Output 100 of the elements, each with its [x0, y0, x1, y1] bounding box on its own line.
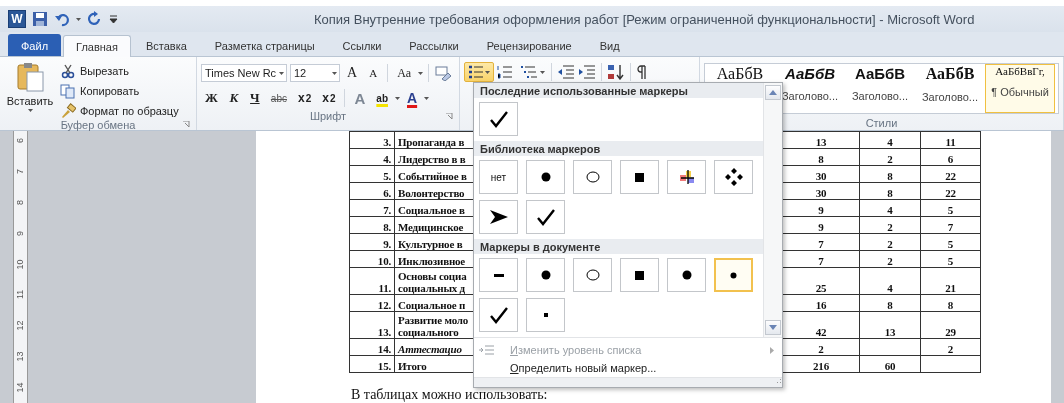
increase-indent-icon[interactable]: [578, 65, 596, 79]
bullet-option[interactable]: [667, 258, 706, 292]
table-cell: 7: [920, 216, 981, 234]
bullet-list-icon: [468, 65, 484, 79]
font-size-field[interactable]: 12: [290, 64, 340, 82]
dot-icon: [681, 270, 692, 280]
square-icon: [635, 270, 644, 280]
font-name-field[interactable]: Times New Rc: [201, 64, 287, 82]
scroll-down-button[interactable]: [765, 320, 781, 336]
bold-button[interactable]: Ж: [201, 88, 222, 108]
scroll-up-button[interactable]: [765, 85, 781, 100]
bullet-option[interactable]: [526, 160, 565, 194]
caret-icon: [27, 109, 33, 112]
sort-icon[interactable]: [607, 64, 625, 80]
table-cell: 2: [859, 216, 921, 234]
table-cell: 5.: [349, 165, 395, 183]
table-cell: 29: [920, 311, 981, 339]
resize-grip-icon: [774, 378, 782, 386]
style-item[interactable]: АаБбВ Заголово...: [775, 64, 845, 113]
ribbon-tab[interactable]: Разметка страницы: [201, 34, 328, 56]
table-cell: 6.: [349, 182, 395, 200]
ruler-number: 9: [14, 230, 27, 236]
caret-icon: [332, 71, 337, 75]
pilcrow-icon[interactable]: [636, 64, 648, 80]
ruler-number: 6: [14, 137, 27, 143]
table-cell: 2: [859, 148, 921, 166]
ribbon-tab[interactable]: Главная: [63, 35, 131, 57]
dialog-launcher-icon[interactable]: [446, 113, 453, 120]
highlight-button[interactable]: ab: [372, 88, 392, 108]
table-cell: 5: [920, 199, 981, 217]
redo-icon[interactable]: [87, 11, 103, 27]
clipboard-command[interactable]: Формат по образцу: [60, 102, 179, 119]
table-cell: 22: [920, 182, 981, 200]
ribbon-tab[interactable]: Ссылки: [329, 34, 395, 56]
save-icon[interactable]: [32, 11, 48, 27]
ruler-number: 11: [14, 290, 27, 300]
clipboard-icon: [14, 61, 46, 93]
copy-icon: [60, 82, 76, 99]
ribbon-tab[interactable]: Рассылки: [396, 34, 472, 56]
caret-icon: [485, 70, 490, 74]
multilevel-list-icon[interactable]: [520, 65, 546, 79]
strike-button[interactable]: abc: [266, 88, 291, 108]
paste-button[interactable]: Вставить: [4, 61, 56, 119]
table-cell: 5: [920, 233, 981, 251]
style-item[interactable]: АаБбВ Заголово...: [915, 64, 985, 113]
shrink-font-button[interactable]: A: [364, 63, 383, 83]
bullet-option[interactable]: [526, 258, 565, 292]
up-arrow-icon: [769, 90, 777, 95]
bullet-option[interactable]: [714, 160, 753, 194]
customize-icon[interactable]: [109, 14, 118, 24]
table-cell: 4: [859, 131, 921, 149]
style-item[interactable]: АаБбВ Заголово...: [845, 64, 915, 113]
clipboard-command[interactable]: Копировать: [60, 82, 179, 99]
style-sample: АаБбВ: [716, 66, 764, 83]
italic-button[interactable]: К: [224, 88, 243, 108]
clipboard-command[interactable]: Вырезать: [60, 62, 179, 79]
style-caption: Заголово...: [781, 89, 839, 102]
decrease-indent-icon[interactable]: [557, 65, 575, 79]
bullet-option[interactable]: [479, 200, 518, 234]
word-logo[interactable]: W: [8, 10, 26, 28]
table-cell: 8: [859, 182, 921, 200]
table-cell: 6: [920, 148, 981, 166]
underline-button[interactable]: Ч: [245, 88, 264, 108]
dialog-launcher-icon[interactable]: [183, 121, 190, 128]
table-cell: 11: [920, 131, 981, 149]
ribbon-tab[interactable]: Вид: [586, 34, 633, 56]
ruler-number: 8: [14, 199, 27, 205]
bullet-option[interactable]: [620, 258, 659, 292]
scissors-icon: [60, 62, 76, 79]
caret-icon: [418, 71, 424, 75]
style-sample: АаБбВвГг,: [995, 66, 1045, 78]
style-caption: ¶ Обычный: [991, 85, 1049, 98]
change-case-button[interactable]: Aa: [393, 63, 416, 83]
table-cell: 15.: [349, 355, 395, 373]
bullet-option[interactable]: [526, 200, 565, 234]
circle-icon: [585, 269, 600, 281]
circle-icon: [585, 171, 600, 183]
style-item[interactable]: АаБбВвГг, ¶ Обычный: [985, 64, 1055, 113]
ribbon-tab[interactable]: Рецензирование: [473, 34, 585, 56]
style-sample: АаБбВ: [854, 66, 906, 82]
bullet-option[interactable]: нет: [479, 160, 518, 194]
dot-icon: [730, 271, 737, 279]
font-color-button[interactable]: A: [403, 88, 422, 108]
bullet-option[interactable]: [479, 298, 518, 332]
bullet-option[interactable]: [479, 258, 518, 292]
dash-icon: [493, 273, 504, 277]
table-cell: 8: [859, 294, 921, 312]
file-tab[interactable]: Файл: [8, 34, 62, 56]
undo-icon[interactable]: [54, 11, 70, 27]
table-cell: 14.: [349, 338, 395, 356]
eraser-icon[interactable]: [434, 65, 453, 81]
grow-font-button[interactable]: A: [343, 63, 362, 83]
bullet-option[interactable]: [620, 160, 659, 194]
bullet-option[interactable]: [667, 160, 706, 194]
table-cell: 21: [920, 267, 981, 295]
ribbon-tab[interactable]: Вставка: [132, 34, 200, 56]
table-cell: 2: [920, 338, 981, 356]
table-cell: 4: [859, 199, 921, 217]
bullet-option[interactable]: [479, 102, 518, 136]
bullets-button[interactable]: [464, 62, 494, 82]
